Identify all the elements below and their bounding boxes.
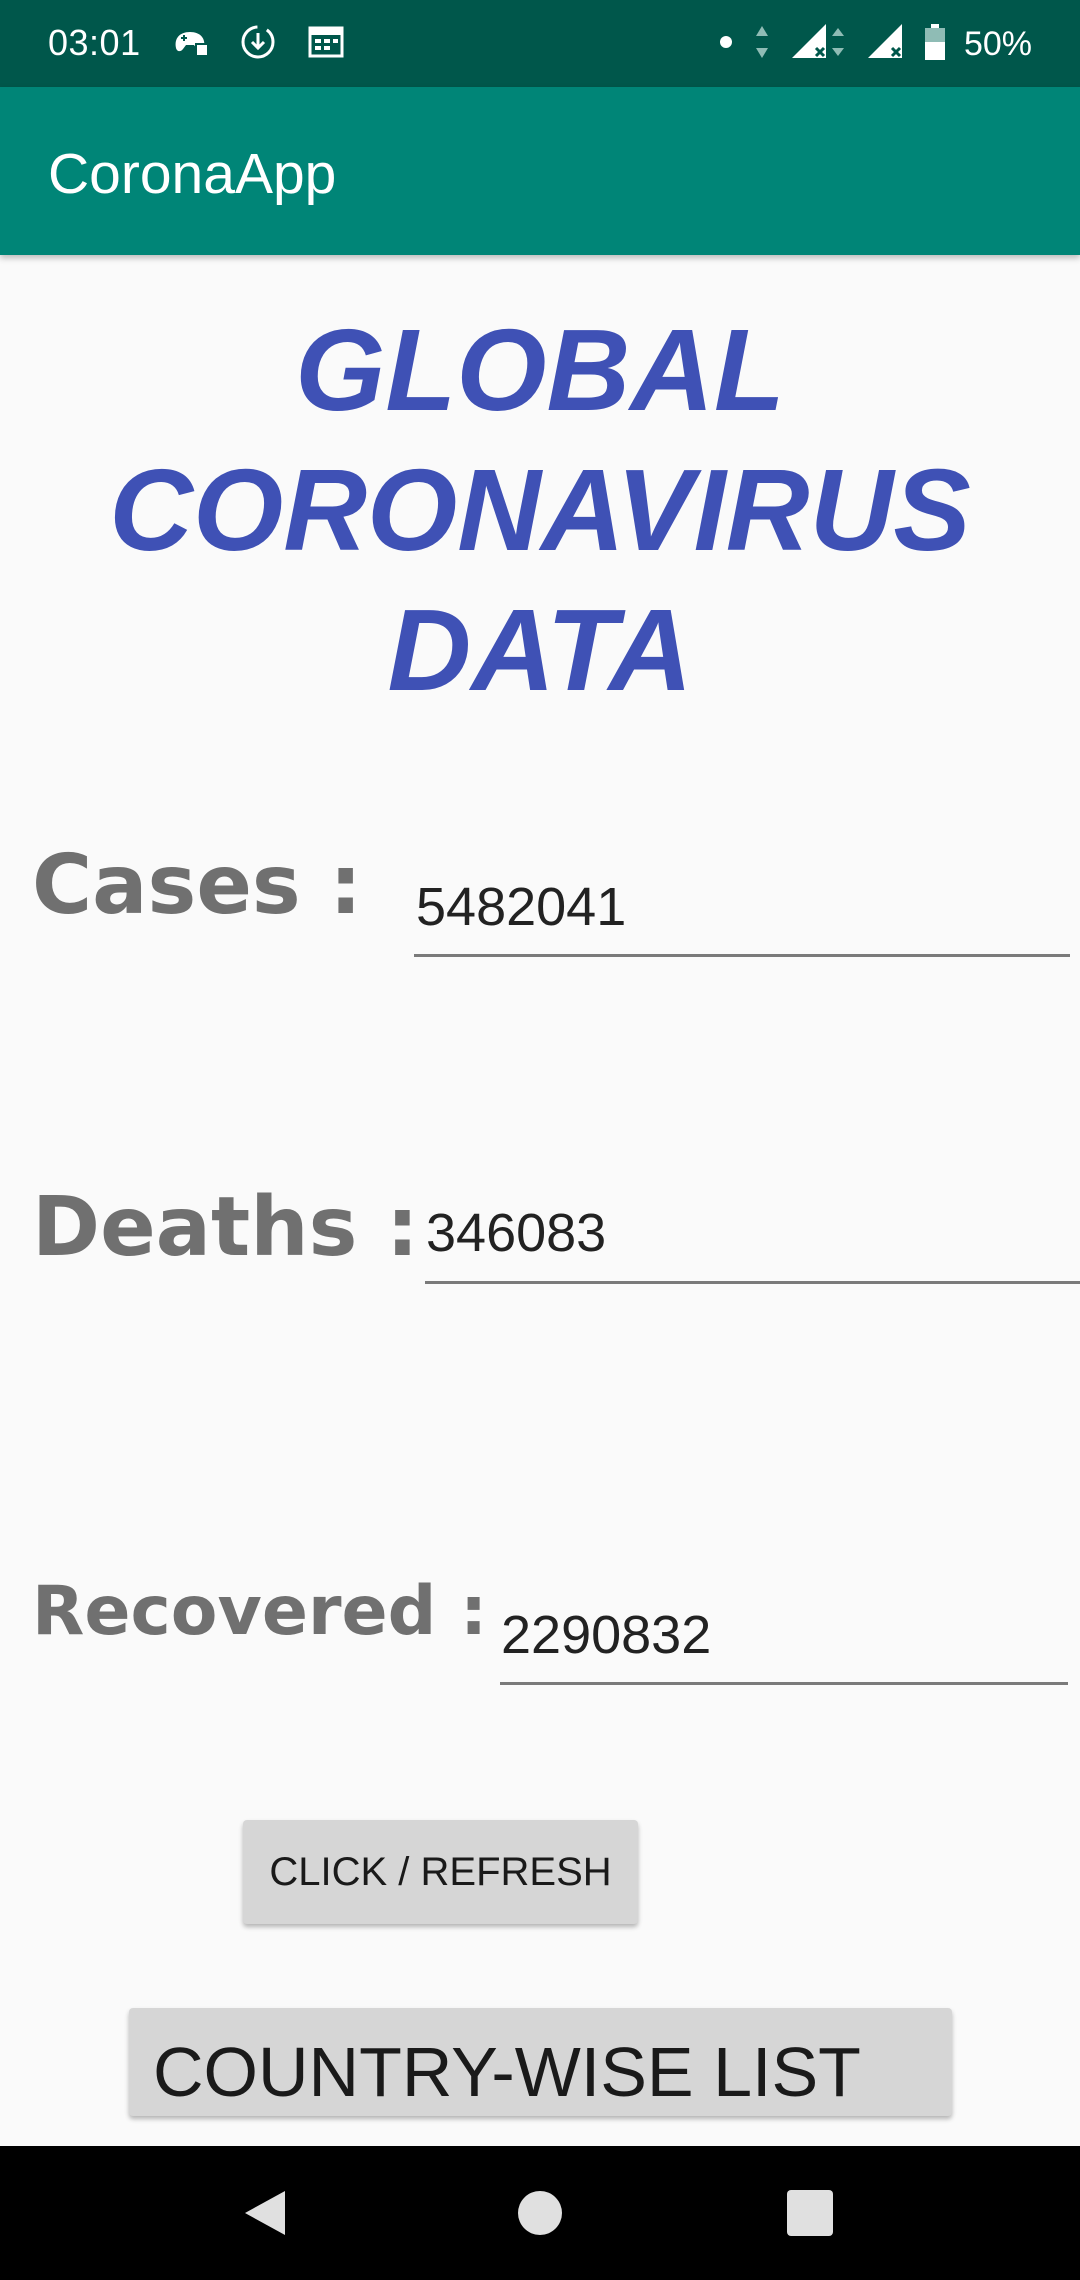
battery-percentage: 50% — [963, 25, 1032, 63]
signal-icon — [866, 22, 906, 67]
deaths-value-field[interactable]: 346083 — [426, 1202, 606, 1264]
page-title-line: CORONAVIRUS — [109, 445, 971, 575]
calendar-icon — [306, 22, 346, 67]
refresh-button-label: CLICK / REFRESH — [269, 1849, 612, 1894]
status-time: 03:01 — [48, 22, 141, 63]
deaths-label: Deaths : — [32, 1180, 419, 1275]
cases-label: Cases : — [32, 838, 363, 933]
page-title: GLOBAL CORONAVIRUS DATA — [0, 300, 1080, 720]
download-sync-icon — [238, 22, 278, 67]
cases-value-field[interactable]: 5482041 — [416, 876, 626, 938]
status-bar: 03:01 50% — [0, 0, 1080, 87]
page-title-line: GLOBAL — [295, 305, 785, 435]
recovered-field-underline — [500, 1682, 1068, 1685]
navigation-bar — [0, 2146, 1080, 2280]
recovered-label: Recovered : — [32, 1572, 488, 1651]
status-notification-icons — [170, 22, 346, 67]
app-title: CoronaApp — [48, 142, 337, 206]
signal-icon — [790, 22, 848, 67]
dot-icon — [718, 34, 734, 55]
data-arrows-icon — [752, 22, 772, 67]
deaths-field-underline — [425, 1281, 1080, 1284]
home-icon[interactable] — [505, 2178, 575, 2248]
country-wise-list-button[interactable]: COUNTRY-WISE LIST — [129, 2008, 952, 2116]
battery-icon — [924, 22, 946, 67]
refresh-button[interactable]: CLICK / REFRESH — [243, 1820, 638, 1924]
cases-field-underline — [414, 954, 1070, 957]
page-title-line: DATA — [387, 585, 693, 715]
app-bar: CoronaApp — [0, 87, 1080, 255]
game-controller-icon — [170, 22, 210, 67]
recents-icon[interactable] — [775, 2178, 845, 2248]
country-wise-list-button-label: COUNTRY-WISE LIST — [153, 2033, 861, 2111]
status-system-icons: 50% — [718, 22, 1032, 67]
recovered-value-field[interactable]: 2290832 — [501, 1604, 711, 1666]
back-icon[interactable] — [230, 2178, 300, 2248]
